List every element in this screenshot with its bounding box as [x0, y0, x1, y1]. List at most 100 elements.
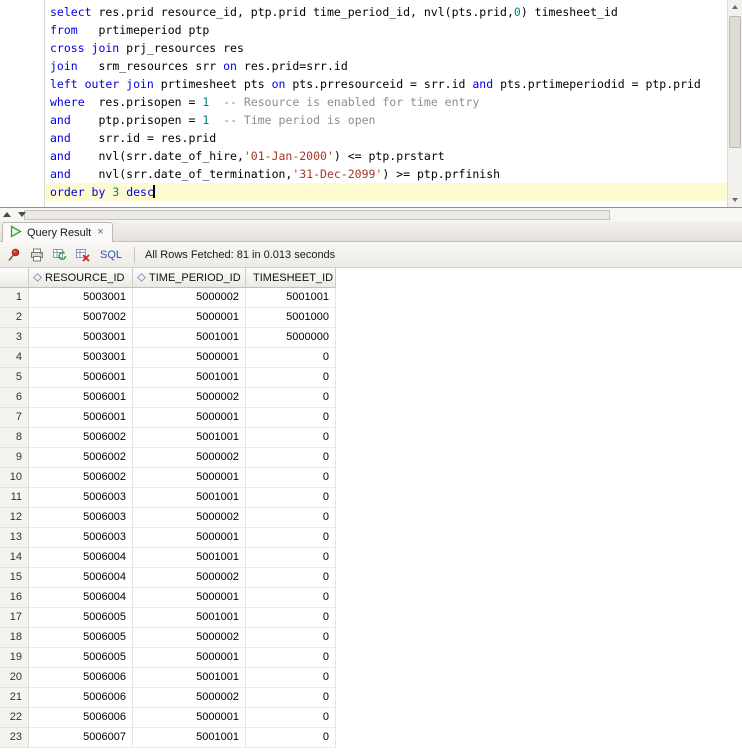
data-cell[interactable]: 0 — [246, 728, 336, 748]
data-cell[interactable]: 5000002 — [133, 628, 246, 648]
row-number-cell[interactable]: 21 — [0, 688, 29, 708]
data-cell[interactable]: 5000001 — [133, 648, 246, 668]
data-cell[interactable]: 5006004 — [29, 548, 133, 568]
code-line[interactable]: left outer join prtimesheet pts on pts.p… — [46, 75, 727, 93]
code-line[interactable]: order by 3 desc — [46, 183, 727, 201]
sql-editor[interactable]: select res.prid resource_id, ptp.prid ti… — [0, 0, 742, 207]
pushpin-icon[interactable] — [6, 247, 22, 263]
data-cell[interactable]: 5006002 — [29, 468, 133, 488]
data-cell[interactable]: 5001001 — [133, 668, 246, 688]
row-number-cell[interactable]: 19 — [0, 648, 29, 668]
data-cell[interactable]: 5006003 — [29, 528, 133, 548]
row-number-cell[interactable]: 7 — [0, 408, 29, 428]
tab-query-result[interactable]: Query Result × — [2, 222, 113, 242]
table-row[interactable]: 6 5006001 5000002 0 — [0, 388, 742, 408]
sql-button[interactable]: SQL — [98, 249, 124, 261]
table-row[interactable]: 16 5006004 5000001 0 — [0, 588, 742, 608]
data-cell[interactable]: 5006001 — [29, 388, 133, 408]
data-cell[interactable]: 5006006 — [29, 668, 133, 688]
data-cell[interactable]: 5000001 — [133, 408, 246, 428]
table-row[interactable]: 23 5006007 5001001 0 — [0, 728, 742, 748]
table-row[interactable]: 22 5006006 5000001 0 — [0, 708, 742, 728]
table-row[interactable]: 9 5006002 5000002 0 — [0, 448, 742, 468]
grid-delete-icon[interactable] — [75, 247, 91, 263]
row-number-cell[interactable]: 18 — [0, 628, 29, 648]
table-row[interactable]: 8 5006002 5001001 0 — [0, 428, 742, 448]
data-cell[interactable]: 0 — [246, 428, 336, 448]
row-number-cell[interactable]: 12 — [0, 508, 29, 528]
data-cell[interactable]: 0 — [246, 368, 336, 388]
row-number-cell[interactable]: 16 — [0, 588, 29, 608]
data-cell[interactable]: 5006002 — [29, 448, 133, 468]
table-row[interactable]: 14 5006004 5001001 0 — [0, 548, 742, 568]
data-cell[interactable]: 5001001 — [246, 288, 336, 308]
data-cell[interactable]: 5000002 — [133, 448, 246, 468]
code-line[interactable]: and srr.id = res.prid — [46, 129, 727, 147]
row-number-cell[interactable]: 22 — [0, 708, 29, 728]
data-cell[interactable]: 5006006 — [29, 708, 133, 728]
data-cell[interactable]: 5006005 — [29, 628, 133, 648]
collapse-up-icon[interactable] — [3, 212, 11, 217]
table-row[interactable]: 18 5006005 5000002 0 — [0, 628, 742, 648]
row-number-cell[interactable]: 2 — [0, 308, 29, 328]
data-cell[interactable]: 0 — [246, 708, 336, 728]
data-cell[interactable]: 0 — [246, 448, 336, 468]
data-cell[interactable]: 5006006 — [29, 688, 133, 708]
data-cell[interactable]: 5006002 — [29, 428, 133, 448]
data-cell[interactable]: 5000001 — [133, 588, 246, 608]
scroll-down-icon[interactable] — [728, 193, 742, 207]
table-row[interactable]: 13 5006003 5000001 0 — [0, 528, 742, 548]
column-header-timesheet_id[interactable]: TIMESHEET_ID — [246, 268, 336, 288]
data-cell[interactable]: 0 — [246, 508, 336, 528]
data-cell[interactable]: 5006003 — [29, 488, 133, 508]
hscroll-thumb[interactable] — [24, 210, 610, 220]
data-cell[interactable]: 5000000 — [246, 328, 336, 348]
data-cell[interactable]: 0 — [246, 568, 336, 588]
data-cell[interactable]: 5001000 — [246, 308, 336, 328]
data-cell[interactable]: 5006001 — [29, 408, 133, 428]
editor-results-splitter[interactable] — [0, 207, 742, 221]
row-number-cell[interactable]: 6 — [0, 388, 29, 408]
row-number-cell[interactable]: 8 — [0, 428, 29, 448]
grid-refresh-icon[interactable] — [52, 247, 68, 263]
code-line[interactable]: and nvl(srr.date_of_termination,'31-Dec-… — [46, 165, 727, 183]
column-header-time_period_id[interactable]: TIME_PERIOD_ID — [133, 268, 246, 288]
scroll-thumb[interactable] — [729, 16, 741, 148]
scroll-up-icon[interactable] — [728, 0, 742, 14]
data-cell[interactable]: 5006004 — [29, 568, 133, 588]
data-cell[interactable]: 0 — [246, 408, 336, 428]
row-number-cell[interactable]: 17 — [0, 608, 29, 628]
data-cell[interactable]: 5006001 — [29, 368, 133, 388]
code-line[interactable]: where res.prisopen = 1 -- Resource is en… — [46, 93, 727, 111]
row-number-cell[interactable]: 10 — [0, 468, 29, 488]
row-number-cell[interactable]: 1 — [0, 288, 29, 308]
data-cell[interactable]: 0 — [246, 628, 336, 648]
data-cell[interactable]: 5001001 — [133, 548, 246, 568]
column-header-resource_id[interactable]: RESOURCE_ID — [29, 268, 133, 288]
table-row[interactable]: 4 5003001 5000001 0 — [0, 348, 742, 368]
code-lines[interactable]: select res.prid resource_id, ptp.prid ti… — [46, 3, 727, 207]
data-cell[interactable]: 0 — [246, 548, 336, 568]
data-cell[interactable]: 0 — [246, 648, 336, 668]
table-row[interactable]: 2 5007002 5000001 5001000 — [0, 308, 742, 328]
table-row[interactable]: 11 5006003 5001001 0 — [0, 488, 742, 508]
data-cell[interactable]: 5000002 — [133, 288, 246, 308]
table-row[interactable]: 15 5006004 5000002 0 — [0, 568, 742, 588]
row-number-cell[interactable]: 15 — [0, 568, 29, 588]
data-cell[interactable]: 0 — [246, 348, 336, 368]
data-cell[interactable]: 5000002 — [133, 688, 246, 708]
code-line[interactable]: and nvl(srr.date_of_hire,'01-Jan-2000') … — [46, 147, 727, 165]
data-cell[interactable]: 0 — [246, 668, 336, 688]
row-number-cell[interactable]: 9 — [0, 448, 29, 468]
editor-vscrollbar[interactable] — [727, 0, 742, 207]
table-row[interactable]: 3 5003001 5001001 5000000 — [0, 328, 742, 348]
data-cell[interactable]: 5000002 — [133, 388, 246, 408]
table-row[interactable]: 20 5006006 5001001 0 — [0, 668, 742, 688]
data-cell[interactable]: 5003001 — [29, 288, 133, 308]
data-cell[interactable]: 5007002 — [29, 308, 133, 328]
data-cell[interactable]: 0 — [246, 488, 336, 508]
code-line[interactable]: join srm_resources srr on res.prid=srr.i… — [46, 57, 727, 75]
row-number-cell[interactable]: 3 — [0, 328, 29, 348]
data-cell[interactable]: 5000001 — [133, 528, 246, 548]
data-cell[interactable]: 5001001 — [133, 488, 246, 508]
